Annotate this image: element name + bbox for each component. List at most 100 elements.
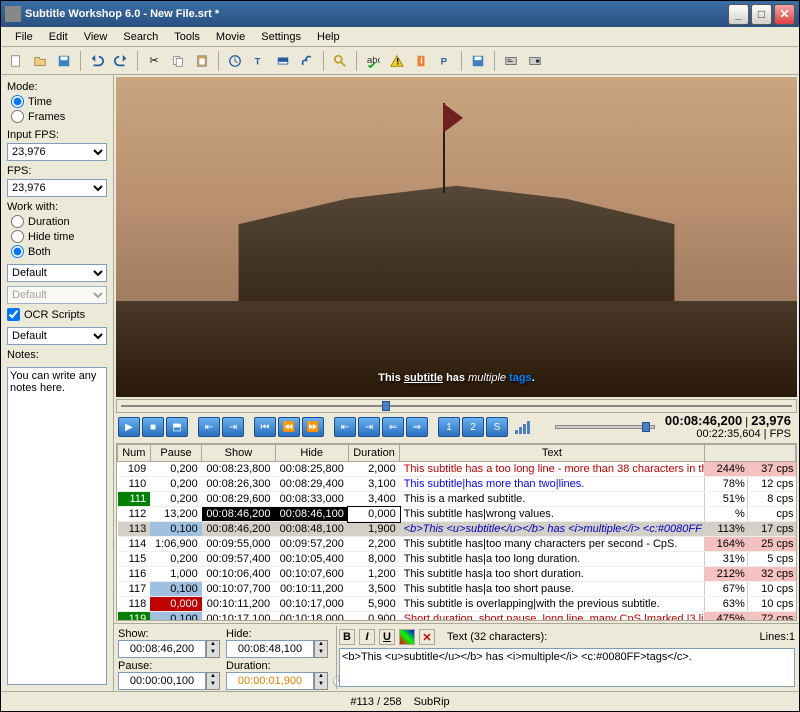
redo-button[interactable] <box>110 50 132 72</box>
rewind-button[interactable]: ⏮ <box>254 417 276 437</box>
stop-button[interactable]: ■ <box>142 417 164 437</box>
end-mark-button[interactable]: ⇥ <box>358 417 380 437</box>
mode-frames-radio[interactable]: Frames <box>11 110 107 123</box>
mode-time-radio[interactable]: Time <box>11 95 107 108</box>
table-row[interactable]: 11213,20000:08:46,20000:08:46,1000,000Th… <box>118 507 796 522</box>
col-hide[interactable]: Hide <box>275 445 348 462</box>
work-both-radio[interactable]: Both <box>11 245 107 258</box>
table-row[interactable]: 1141:06,90000:09:55,00000:09:57,2002,200… <box>118 537 796 552</box>
content: This subtitle has multiple tags. ▶ ■ ⬒ ⇤… <box>114 75 799 691</box>
timings-button[interactable] <box>224 50 246 72</box>
pause-input[interactable] <box>118 672 206 690</box>
table-row[interactable]: 1090,20000:08:23,80000:08:25,8002,000Thi… <box>118 462 796 477</box>
menu-settings[interactable]: Settings <box>253 29 309 44</box>
input-fps-select[interactable]: 23,976 <box>7 143 107 161</box>
set-hide-button[interactable]: ⇒ <box>406 417 428 437</box>
show-input[interactable] <box>118 640 206 658</box>
menu-help[interactable]: Help <box>309 29 348 44</box>
fps-label: FPS: <box>7 165 107 177</box>
menu-edit[interactable]: Edit <box>41 29 76 44</box>
table-row[interactable]: 1100,20000:08:26,30000:08:29,4003,100Thi… <box>118 477 796 492</box>
svg-text:T: T <box>255 56 261 67</box>
sync2-button[interactable]: 2 <box>462 417 484 437</box>
next-sub-button[interactable]: ⇥ <box>222 417 244 437</box>
hide-input[interactable] <box>226 640 314 658</box>
close-button[interactable]: ✕ <box>774 4 795 25</box>
toggle-button[interactable]: ⬒ <box>166 417 188 437</box>
table-row[interactable]: 1170,10000:10:07,70000:10:11,2003,500Thi… <box>118 582 796 597</box>
pause-spinner[interactable]: ▲▼ <box>206 672 220 690</box>
video-preview[interactable]: This subtitle has multiple tags. <box>116 77 797 397</box>
paste-button[interactable] <box>191 50 213 72</box>
cut-button[interactable]: ✂ <box>143 50 165 72</box>
new-file-button[interactable] <box>5 50 27 72</box>
volume-slider[interactable] <box>555 425 655 429</box>
subtitles-button[interactable] <box>272 50 294 72</box>
col-pause[interactable]: Pause <box>150 445 202 462</box>
sync1-button[interactable]: 1 <box>438 417 460 437</box>
col-num[interactable]: Num <box>118 445 151 462</box>
undo-button[interactable] <box>86 50 108 72</box>
start-mark-button[interactable]: ⇤ <box>334 417 356 437</box>
col-duration[interactable]: Duration <box>348 445 399 462</box>
app-icon <box>5 6 21 22</box>
table-row[interactable]: 1130,10000:08:46,20000:08:48,1001,900<b>… <box>118 522 796 537</box>
col-show[interactable]: Show <box>202 445 275 462</box>
table-row[interactable]: 1190,10000:10:17,10000:10:18,0000,900Sho… <box>118 612 796 622</box>
duration-input[interactable] <box>226 672 314 690</box>
color-button[interactable] <box>399 629 415 645</box>
hide-spinner[interactable]: ▲▼ <box>314 640 328 658</box>
bold-button[interactable]: B <box>339 629 355 645</box>
show-spinner[interactable]: ▲▼ <box>206 640 220 658</box>
spellcheck-button[interactable]: abc <box>362 50 384 72</box>
italic-button[interactable]: I <box>359 629 375 645</box>
menu-movie[interactable]: Movie <box>208 29 253 44</box>
errors-button[interactable]: ! <box>386 50 408 72</box>
menu-tools[interactable]: Tools <box>166 29 208 44</box>
prev-sub-button[interactable]: ⇤ <box>198 417 220 437</box>
table-row[interactable]: 1110,20000:08:29,60000:08:33,0003,400Thi… <box>118 492 796 507</box>
work-duration-radio[interactable]: Duration <box>11 215 107 228</box>
work-hide-radio[interactable]: Hide time <box>11 230 107 243</box>
search-button[interactable] <box>329 50 351 72</box>
settings-button[interactable] <box>500 50 522 72</box>
save-button[interactable] <box>53 50 75 72</box>
notes-field[interactable]: You can write any notes here. <box>7 367 107 685</box>
charset-select[interactable]: Default <box>7 264 107 282</box>
ocr-select[interactable]: Default <box>7 327 107 345</box>
duration-spinner[interactable]: ▲▼ <box>314 672 328 690</box>
syncS-button[interactable]: S <box>486 417 508 437</box>
clear-tags-button[interactable]: ✕ <box>419 629 435 645</box>
table-row[interactable]: 1150,20000:09:57,40000:10:05,4008,000Thi… <box>118 552 796 567</box>
texts-button[interactable]: T <box>248 50 270 72</box>
lines-info: Lines:1 <box>760 631 795 643</box>
menu-search[interactable]: Search <box>115 29 166 44</box>
table-row[interactable]: 1180,00000:10:11,20000:10:17,0005,900Thi… <box>118 597 796 612</box>
svg-text:!: ! <box>396 56 399 67</box>
col-text[interactable]: Text <box>400 445 704 462</box>
maximize-button[interactable]: □ <box>751 4 772 25</box>
info-button[interactable]: i <box>410 50 432 72</box>
subtitle-grid[interactable]: NumPauseShowHideDurationText1090,20000:0… <box>116 443 797 621</box>
save2-button[interactable] <box>467 50 489 72</box>
seekbar[interactable] <box>116 399 797 413</box>
lang-select[interactable]: Default <box>7 286 107 304</box>
table-row[interactable]: 1161,00000:10:06,40000:10:07,6001,200Thi… <box>118 567 796 582</box>
back-button[interactable]: ⏪ <box>278 417 300 437</box>
copy-button[interactable] <box>167 50 189 72</box>
menu-view[interactable]: View <box>76 29 116 44</box>
play-button[interactable]: ▶ <box>118 417 140 437</box>
open-file-button[interactable] <box>29 50 51 72</box>
fps-select[interactable]: 23,976 <box>7 179 107 197</box>
link-button[interactable] <box>296 50 318 72</box>
subtitle-text-input[interactable]: <b>This <u>subtitle</u></b> has <i>multi… <box>339 648 795 687</box>
pascal-button[interactable]: P <box>434 50 456 72</box>
time-display: 00:08:46,200 | 23,976 00:22:35,604 | FPS <box>665 415 795 440</box>
minimize-button[interactable]: _ <box>728 4 749 25</box>
underline-button[interactable]: U <box>379 629 395 645</box>
set-show-button[interactable]: ⇐ <box>382 417 404 437</box>
fwd-button[interactable]: ⏩ <box>302 417 324 437</box>
ocr-checkbox[interactable]: OCR Scripts <box>7 308 107 321</box>
settings2-button[interactable] <box>524 50 546 72</box>
menu-file[interactable]: File <box>7 29 41 44</box>
